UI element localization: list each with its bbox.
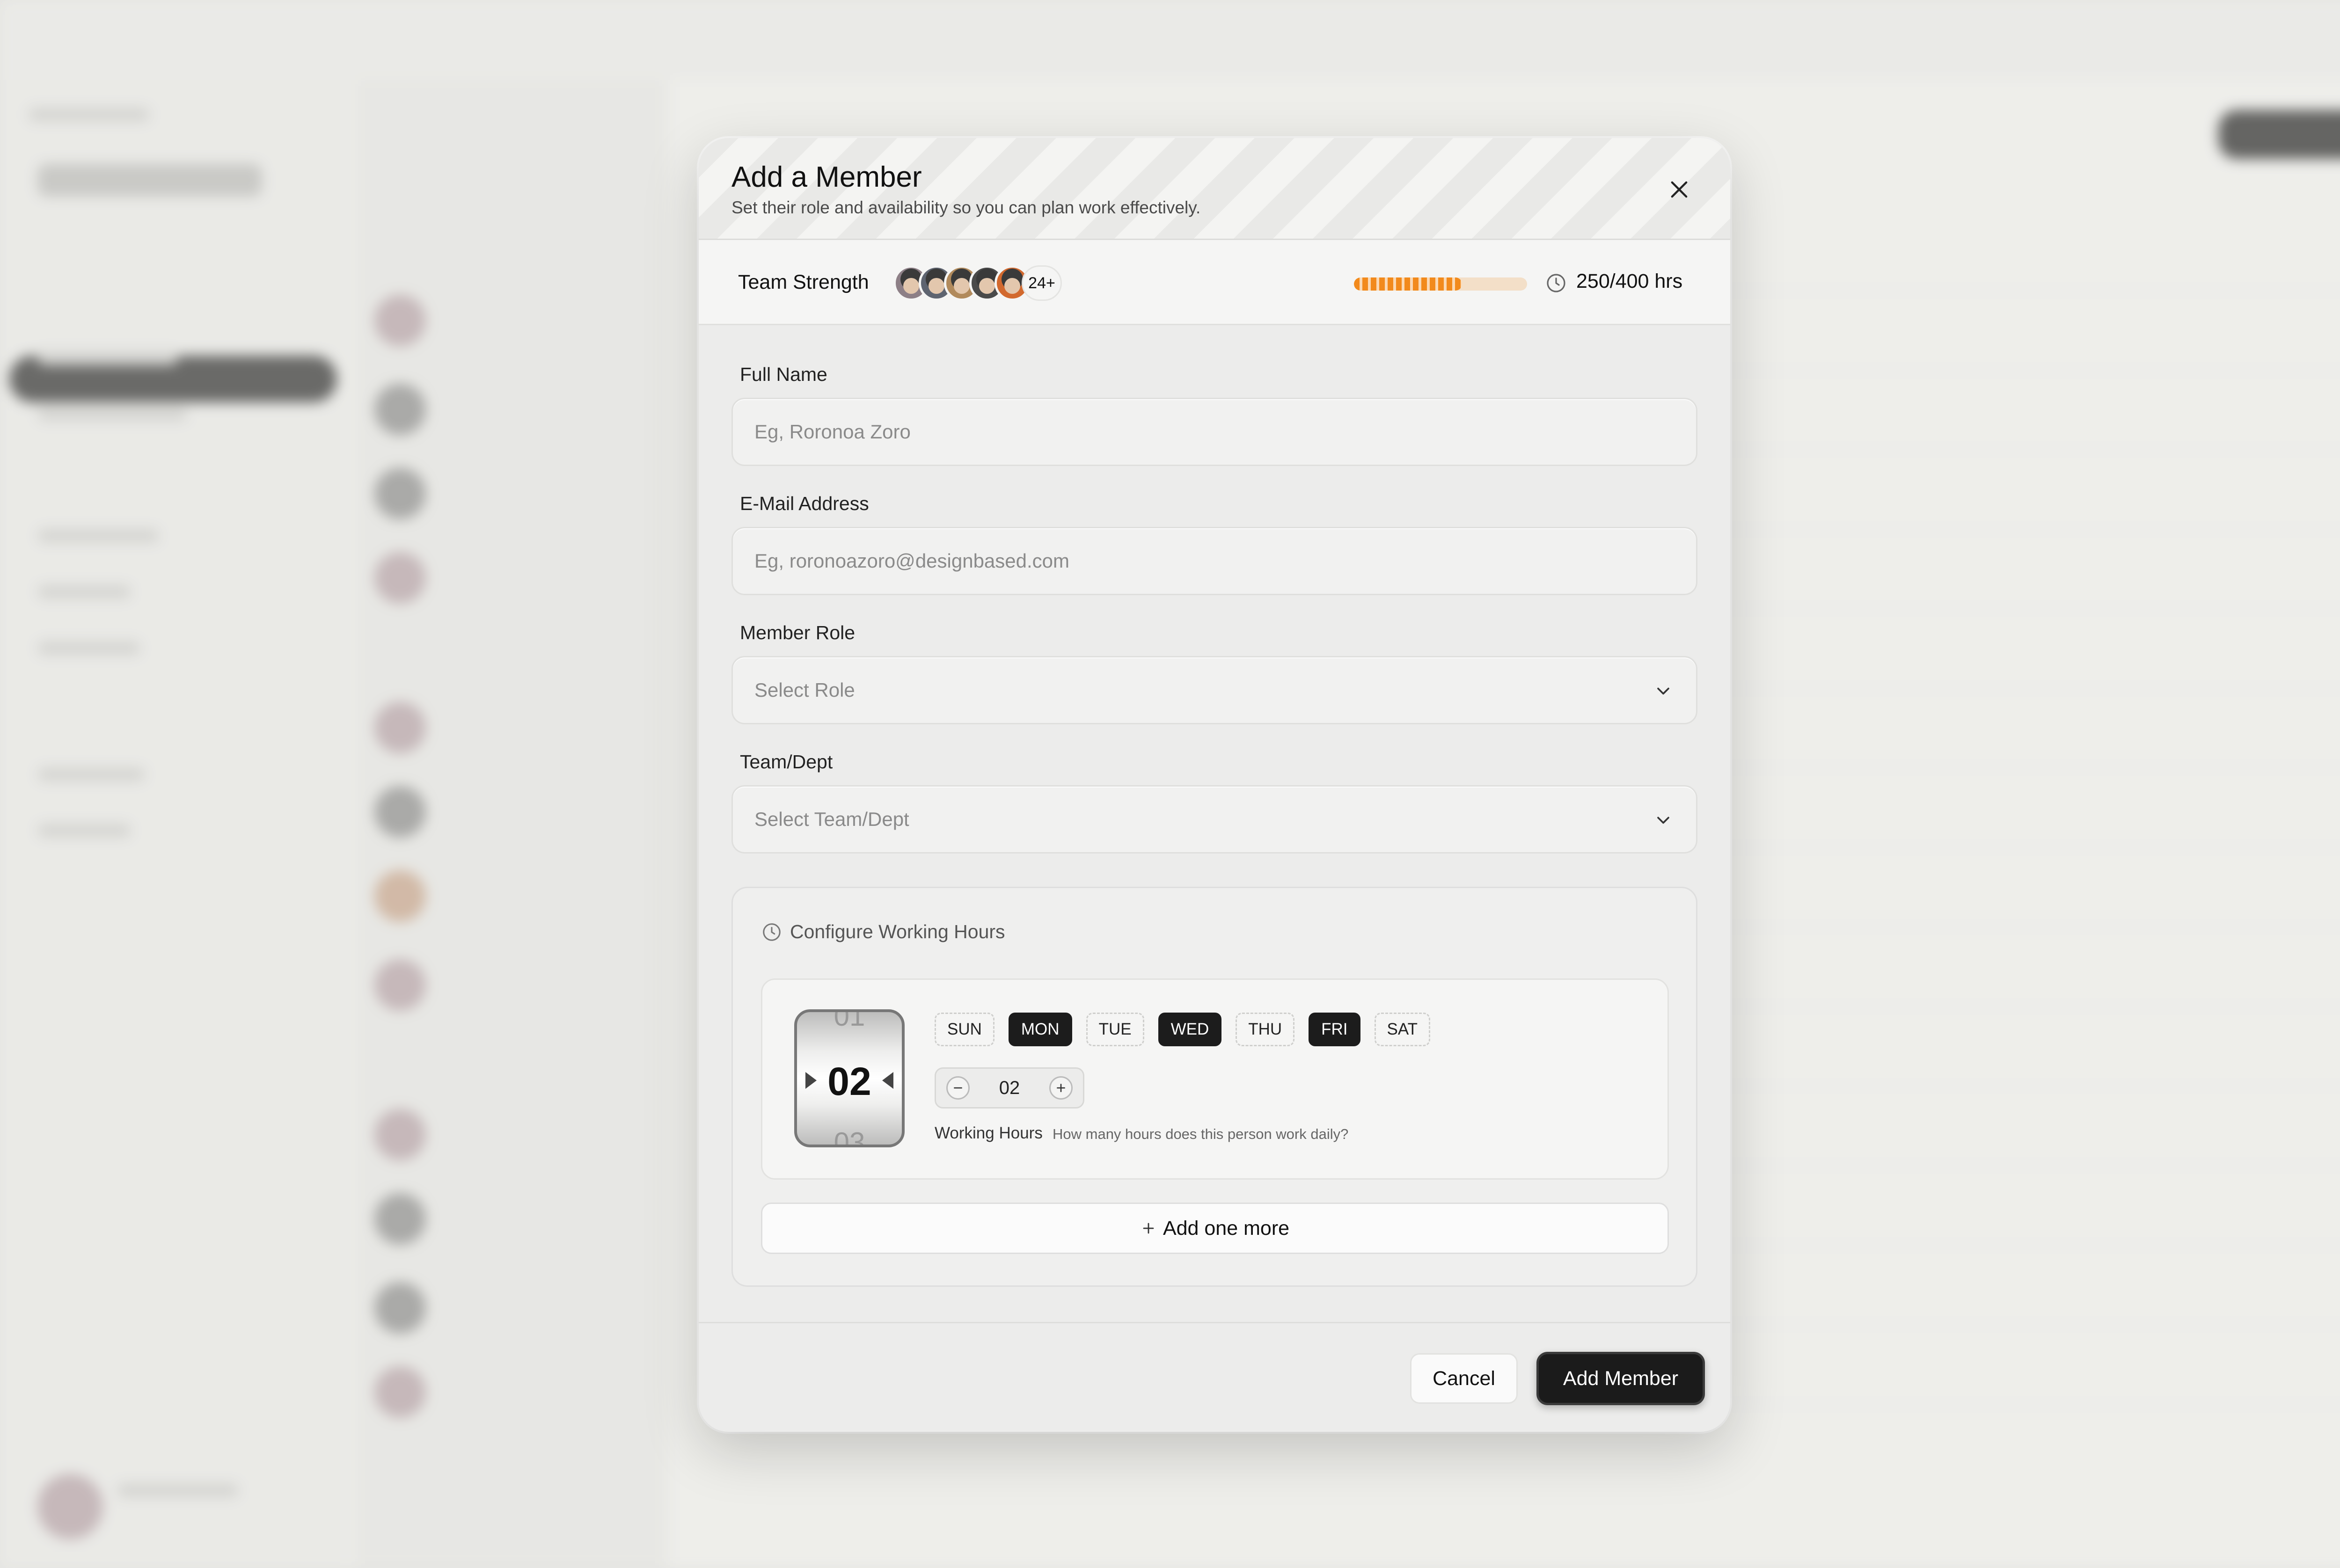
close-icon bbox=[1671, 181, 1688, 198]
day-toggle-sun[interactable]: SUN bbox=[935, 1013, 995, 1046]
full-name-field[interactable] bbox=[731, 398, 1697, 466]
chevron-down-icon bbox=[1657, 687, 1669, 695]
team-dept-label: Team/Dept bbox=[740, 751, 833, 773]
extra-members-count: 24+ bbox=[1022, 265, 1062, 301]
working-hours-section: Configure Working Hours 01 02 03 SUN MON… bbox=[731, 887, 1697, 1287]
hours-summary: 250/400 hrs bbox=[1576, 270, 1683, 292]
working-hours-heading-text: Configure Working Hours bbox=[790, 921, 1005, 942]
dial-next-value: 03 bbox=[834, 1127, 865, 1147]
day-toggle-fri[interactable]: FRI bbox=[1309, 1013, 1360, 1046]
day-toggle-wed[interactable]: WED bbox=[1158, 1013, 1222, 1046]
day-toggle-thu[interactable]: THU bbox=[1236, 1013, 1295, 1046]
team-dept-select[interactable]: Select Team/Dept bbox=[731, 785, 1697, 853]
add-member-button[interactable]: Add Member bbox=[1536, 1352, 1705, 1405]
dialog-subtitle: Set their role and availability so you c… bbox=[731, 198, 1201, 217]
dial-prev-value: 01 bbox=[834, 1009, 865, 1032]
dialog-header: Add a Member Set their role and availabi… bbox=[699, 138, 1730, 240]
chevron-down-icon bbox=[1657, 817, 1669, 824]
footer-divider bbox=[699, 1322, 1730, 1323]
hours-progress-bar bbox=[1354, 277, 1527, 291]
hours-stepper-value[interactable]: 02 bbox=[999, 1078, 1020, 1099]
member-role-placeholder: Select Role bbox=[754, 679, 855, 701]
clock-icon bbox=[763, 923, 781, 941]
add-member-dialog: Add a Member Set their role and availabi… bbox=[699, 138, 1730, 1432]
plus-icon bbox=[1057, 1084, 1065, 1092]
team-strength-bar: Team Strength 24+ 250/400 hrs bbox=[699, 240, 1730, 325]
weekday-selector: SUN MON TUE WED THU FRI SAT bbox=[935, 1013, 1431, 1046]
add-one-more-button[interactable]: Add one more bbox=[761, 1203, 1669, 1254]
working-hours-heading: Configure Working Hours bbox=[761, 921, 1005, 943]
hours-dial[interactable]: 01 02 03 bbox=[794, 1009, 905, 1147]
team-dept-placeholder: Select Team/Dept bbox=[754, 808, 909, 830]
email-input[interactable] bbox=[733, 528, 1696, 594]
day-toggle-tue[interactable]: TUE bbox=[1086, 1013, 1144, 1046]
working-hours-label: Working Hours bbox=[935, 1124, 1043, 1142]
member-role-select[interactable]: Select Role bbox=[731, 656, 1697, 724]
schedule-entry: 01 02 03 SUN MON TUE WED THU FRI SAT 02 bbox=[761, 978, 1669, 1180]
dialog-title: Add a Member bbox=[731, 161, 922, 193]
full-name-label: Full Name bbox=[740, 364, 827, 385]
plus-icon bbox=[1143, 1223, 1154, 1234]
day-toggle-sat[interactable]: SAT bbox=[1374, 1013, 1431, 1046]
hours-stepper: 02 bbox=[935, 1067, 1084, 1109]
cancel-button[interactable]: Cancel bbox=[1410, 1353, 1518, 1404]
full-name-input[interactable] bbox=[733, 399, 1696, 465]
email-label: E-Mail Address bbox=[740, 493, 869, 514]
day-toggle-mon[interactable]: MON bbox=[1008, 1013, 1072, 1046]
member-role-label: Member Role bbox=[740, 622, 856, 643]
hours-progress-fill bbox=[1354, 277, 1462, 291]
clock-icon bbox=[1547, 274, 1565, 292]
increment-button[interactable] bbox=[1049, 1076, 1073, 1100]
working-hours-help: How many hours does this person work dai… bbox=[1053, 1126, 1349, 1142]
decrement-button[interactable] bbox=[946, 1076, 970, 1100]
team-avatars[interactable]: 24+ bbox=[893, 264, 1062, 302]
add-one-more-label: Add one more bbox=[1163, 1217, 1290, 1240]
minus-icon bbox=[954, 1087, 962, 1089]
dial-right-marker bbox=[882, 1072, 893, 1089]
email-field[interactable] bbox=[731, 527, 1697, 595]
close-button[interactable] bbox=[1658, 168, 1700, 211]
team-strength-label: Team Strength bbox=[738, 271, 869, 293]
